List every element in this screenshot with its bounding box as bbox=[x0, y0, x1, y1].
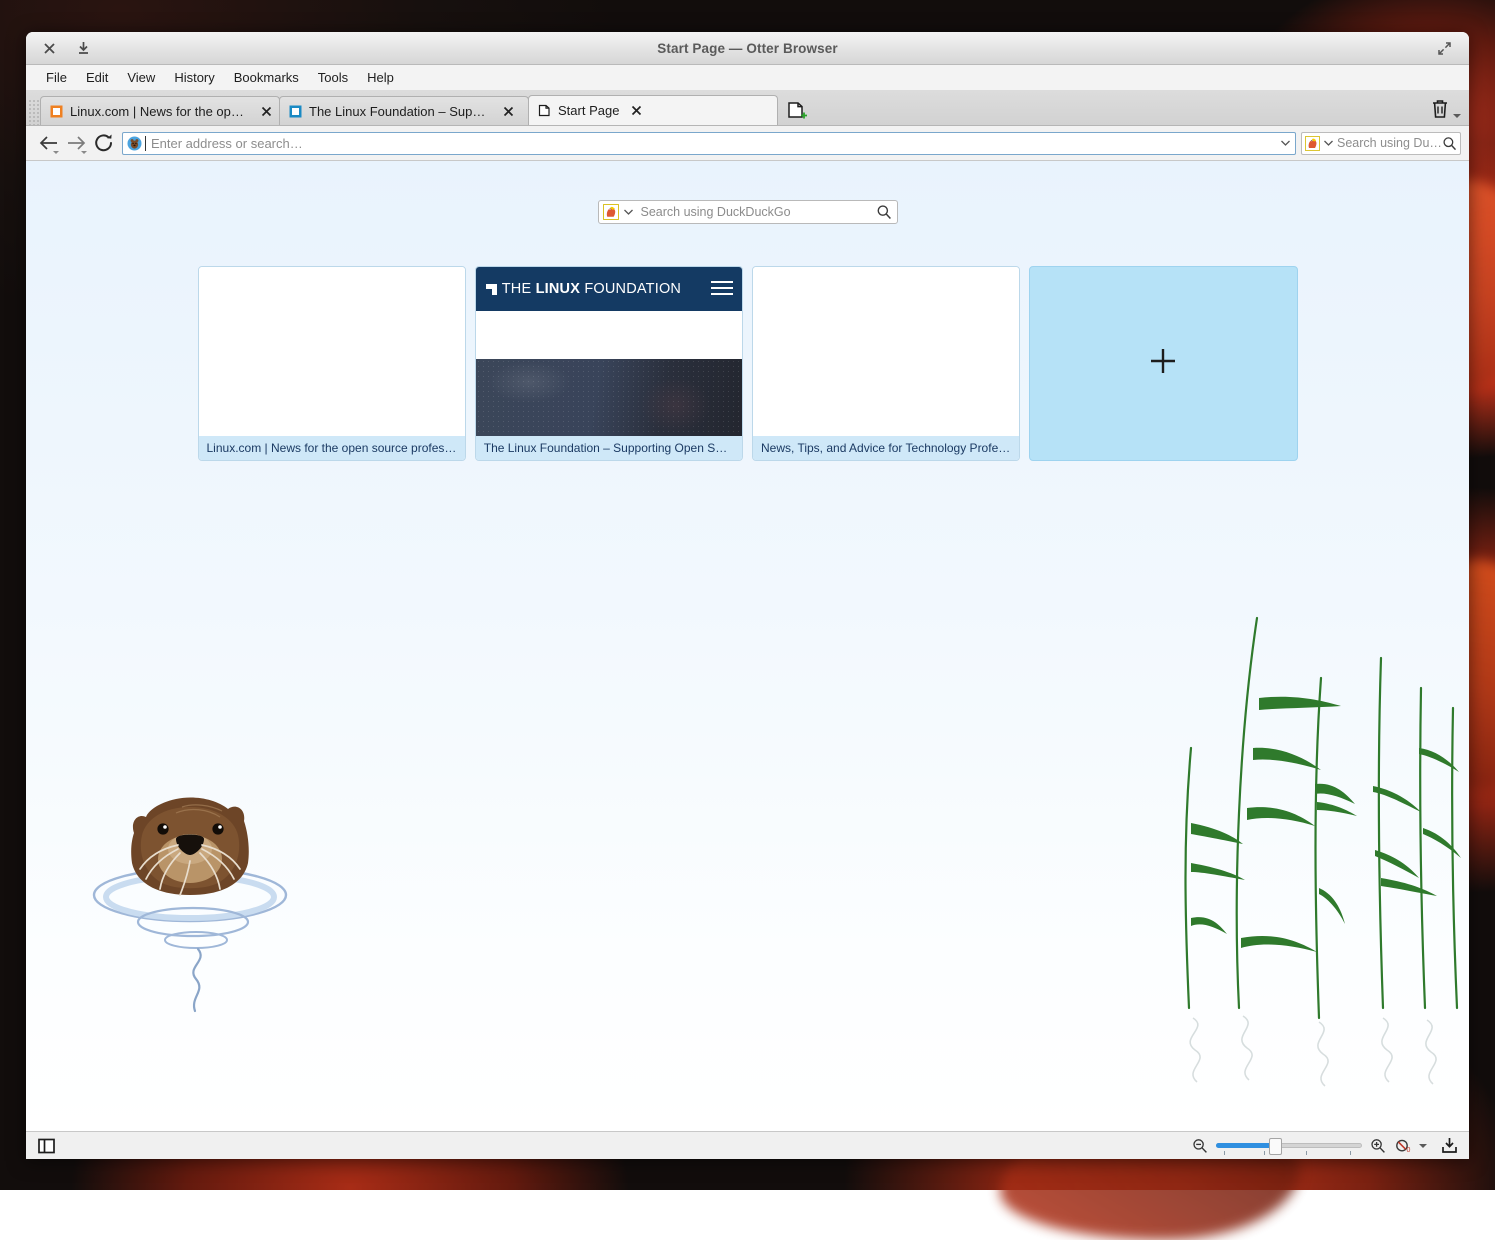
zoom-slider[interactable] bbox=[1216, 1137, 1362, 1155]
toolbar-search-input[interactable]: Search using Du… bbox=[1337, 136, 1442, 150]
startpage-search-box[interactable]: Search using DuckDuckGo bbox=[598, 200, 898, 224]
maximize-icon[interactable] bbox=[1429, 35, 1459, 61]
tab-title: Start Page bbox=[558, 103, 619, 118]
reload-button[interactable] bbox=[90, 130, 118, 156]
toolbar-search-box[interactable]: Search using Du… bbox=[1301, 132, 1461, 155]
plus-icon[interactable] bbox=[1148, 346, 1178, 381]
closed-tabs-trash-icon[interactable] bbox=[1430, 98, 1461, 122]
site-favicon-otter bbox=[127, 136, 142, 151]
tabbar-drag-handle[interactable] bbox=[28, 99, 40, 125]
tile-thumbnail bbox=[199, 267, 465, 436]
tab-start-page[interactable]: Start Page bbox=[528, 95, 778, 125]
favicon-linux-foundation bbox=[289, 105, 302, 118]
speed-dial-tile-news-tips[interactable]: News, Tips, and Advice for Technology Pr… bbox=[752, 266, 1020, 461]
svg-text:0: 0 bbox=[1407, 1147, 1411, 1154]
tile-title: News, Tips, and Advice for Technology Pr… bbox=[761, 441, 1011, 455]
search-icon[interactable] bbox=[876, 204, 892, 220]
download-icon[interactable] bbox=[68, 35, 98, 61]
tab-close-icon[interactable] bbox=[629, 104, 643, 118]
page-icon bbox=[538, 104, 551, 117]
titlebar: Start Page — Otter Browser bbox=[26, 32, 1469, 65]
tab-close-icon[interactable] bbox=[501, 104, 515, 118]
lf-word-the: THE bbox=[502, 281, 536, 297]
menu-file[interactable]: File bbox=[37, 68, 76, 87]
chevron-down-icon[interactable] bbox=[1419, 1144, 1427, 1148]
menubar: File Edit View History Bookmarks Tools H… bbox=[26, 65, 1469, 91]
add-speed-dial-tile[interactable] bbox=[1029, 266, 1297, 461]
zoom-in-icon[interactable] bbox=[1366, 1135, 1390, 1157]
zoom-slider-ticks bbox=[1216, 1151, 1362, 1156]
linux-foundation-wordmark: THE LINUX FOUNDATION bbox=[502, 281, 681, 297]
new-tab-icon[interactable] bbox=[781, 96, 815, 125]
tile-title: Linux.com | News for the open source pro… bbox=[207, 441, 457, 455]
zoom-controls: 0 bbox=[1188, 1135, 1461, 1157]
favicon-linux-com bbox=[50, 105, 63, 118]
back-history-caret[interactable] bbox=[53, 151, 59, 154]
otter-mascot-illustration bbox=[90, 777, 295, 1027]
back-button[interactable] bbox=[34, 130, 62, 156]
address-input[interactable]: Enter address or search… bbox=[145, 136, 1277, 151]
speed-dial: Linux.com | News for the open source pro… bbox=[198, 266, 1298, 461]
tile-caption: Linux.com | News for the open source pro… bbox=[199, 436, 465, 460]
linux-foundation-hero-photo bbox=[476, 359, 742, 436]
zoom-out-icon[interactable] bbox=[1188, 1135, 1212, 1157]
address-dropdown-icon[interactable] bbox=[1277, 133, 1293, 154]
tab-close-icon[interactable] bbox=[259, 104, 273, 118]
browser-window: Start Page — Otter Browser File Edit Vie… bbox=[26, 32, 1469, 1159]
speed-dial-tile-linux-foundation[interactable]: THE LINUX FOUNDATION The Linux Foundatio… bbox=[475, 266, 743, 461]
speed-dial-tile-linux-com[interactable]: Linux.com | News for the open source pro… bbox=[198, 266, 466, 461]
lf-word-linux: LINUX bbox=[536, 281, 581, 297]
menu-bookmarks[interactable]: Bookmarks bbox=[225, 68, 308, 87]
linux-foundation-logo-icon bbox=[486, 284, 497, 295]
tile-thumbnail bbox=[753, 267, 1019, 436]
tab-title: The Linux Foundation – Supportin… bbox=[309, 104, 491, 119]
address-bar[interactable]: Enter address or search… bbox=[122, 132, 1296, 155]
window-title: Start Page — Otter Browser bbox=[26, 41, 1469, 56]
navigation-toolbar: Enter address or search… Search using D bbox=[26, 126, 1469, 161]
forward-button[interactable] bbox=[62, 130, 90, 156]
menu-help[interactable]: Help bbox=[358, 68, 403, 87]
tile-caption: News, Tips, and Advice for Technology Pr… bbox=[753, 436, 1019, 460]
linux-foundation-white-band bbox=[476, 311, 742, 359]
close-icon[interactable] bbox=[34, 35, 64, 61]
content-blocking-icon[interactable]: 0 bbox=[1394, 1135, 1414, 1157]
menu-history[interactable]: History bbox=[165, 68, 223, 87]
page-viewport: Search using DuckDuckGo Linux.com | News… bbox=[26, 161, 1469, 1131]
duckduckgo-icon[interactable] bbox=[1305, 136, 1320, 151]
statusbar: 0 bbox=[26, 1131, 1469, 1159]
forward-history-caret[interactable] bbox=[81, 151, 87, 154]
tile-thumbnail: THE LINUX FOUNDATION bbox=[476, 267, 742, 436]
tab-linux-foundation[interactable]: The Linux Foundation – Supportin… bbox=[279, 96, 529, 125]
chevron-down-icon[interactable] bbox=[1453, 114, 1461, 118]
downloads-icon[interactable] bbox=[1437, 1135, 1461, 1157]
menu-view[interactable]: View bbox=[118, 68, 164, 87]
menu-edit[interactable]: Edit bbox=[77, 68, 117, 87]
sidebar-toggle-icon[interactable] bbox=[34, 1135, 58, 1157]
tabbar: Linux.com | News for the open sou… The L… bbox=[26, 91, 1469, 126]
menu-tools[interactable]: Tools bbox=[309, 68, 357, 87]
startpage-search-input[interactable]: Search using DuckDuckGo bbox=[641, 205, 876, 219]
tile-title: The Linux Foundation – Supporting Open S… bbox=[484, 441, 734, 455]
zoom-slider-fill bbox=[1216, 1143, 1274, 1148]
tab-linux-com[interactable]: Linux.com | News for the open sou… bbox=[40, 96, 280, 125]
linux-foundation-header: THE LINUX FOUNDATION bbox=[476, 267, 742, 311]
duckduckgo-icon[interactable] bbox=[603, 204, 619, 220]
tab-title: Linux.com | News for the open sou… bbox=[70, 104, 249, 119]
search-icon[interactable] bbox=[1442, 136, 1457, 151]
reeds-illustration bbox=[1169, 588, 1469, 1093]
tile-caption: The Linux Foundation – Supporting Open S… bbox=[476, 436, 742, 460]
hamburger-menu-icon[interactable] bbox=[711, 281, 733, 299]
lf-word-foundation: FOUNDATION bbox=[580, 281, 681, 297]
search-engine-dropdown-icon[interactable] bbox=[624, 209, 633, 215]
search-engine-dropdown-icon[interactable] bbox=[1324, 140, 1333, 146]
